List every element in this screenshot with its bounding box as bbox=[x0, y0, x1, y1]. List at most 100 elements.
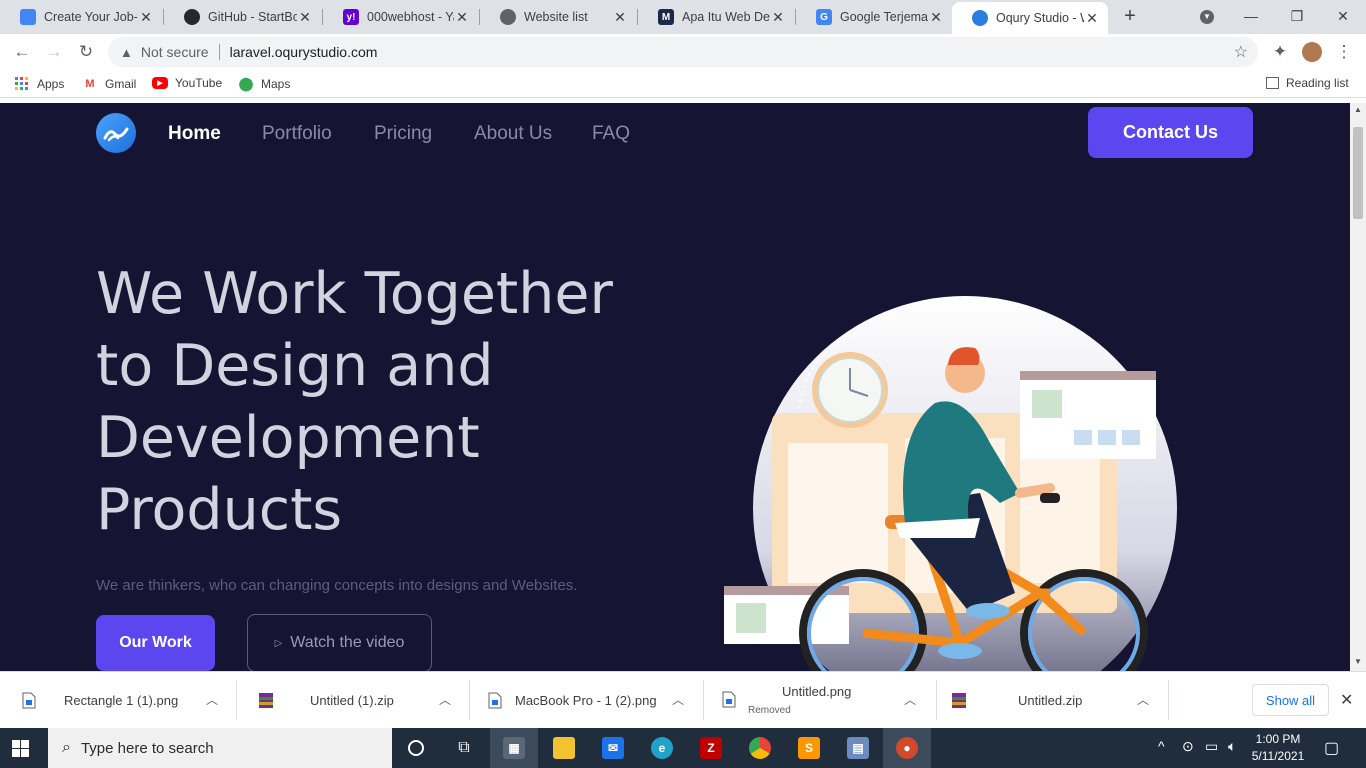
cortana-button[interactable] bbox=[392, 728, 440, 768]
tab-oqury-studio[interactable]: Oqury Studio - W ✕ bbox=[952, 2, 1108, 34]
watch-video-button[interactable]: ▷ Watch the video bbox=[247, 614, 432, 671]
close-window-button[interactable]: ✕ bbox=[1320, 0, 1366, 34]
tray-battery-icon[interactable]: ▭ bbox=[1205, 738, 1218, 755]
nav-pricing[interactable]: Pricing bbox=[374, 123, 432, 145]
network-app[interactable]: ▤ bbox=[834, 728, 882, 768]
restore-button[interactable]: ❐ bbox=[1274, 0, 1320, 34]
hero-title: We Work Together to Design and Developme… bbox=[96, 261, 613, 543]
contact-us-button[interactable]: Contact Us bbox=[1088, 107, 1253, 158]
chrome-app[interactable] bbox=[736, 728, 784, 768]
close-icon[interactable]: ✕ bbox=[454, 9, 470, 26]
chevron-up-icon[interactable]: ︿ bbox=[904, 691, 916, 708]
search-icon: ⌕ bbox=[62, 739, 71, 756]
tab-title: Create Your Job-w bbox=[44, 10, 138, 24]
tab-github[interactable]: GitHub - StartBoo ✕ bbox=[164, 0, 321, 34]
bookmark-label: Apps bbox=[37, 77, 65, 91]
close-icon[interactable]: ✕ bbox=[928, 9, 944, 26]
close-icon[interactable]: ✕ bbox=[1084, 10, 1100, 27]
google-translate-icon: G bbox=[816, 9, 832, 25]
download-item[interactable]: Untitled (1).zip ︿ bbox=[237, 672, 469, 729]
paint-app[interactable]: ● bbox=[883, 728, 931, 768]
forward-icon[interactable]: → bbox=[44, 42, 64, 62]
reload-icon[interactable]: ↻ bbox=[76, 42, 96, 62]
menu-kebab-icon[interactable]: ⋮ bbox=[1334, 42, 1354, 62]
tab-000webhost[interactable]: y! 000webhost - Yah ✕ bbox=[323, 0, 478, 34]
store-icon: ▦ bbox=[503, 737, 525, 759]
edge-icon: e bbox=[651, 737, 673, 759]
close-icon[interactable]: ✕ bbox=[612, 9, 628, 26]
scroll-up-icon[interactable]: ▲ bbox=[1350, 105, 1366, 114]
avatar[interactable] bbox=[1302, 42, 1322, 62]
edge-app[interactable]: e bbox=[638, 728, 686, 768]
play-icon: ▷ bbox=[274, 637, 283, 649]
our-work-button[interactable]: Our Work bbox=[96, 615, 215, 671]
bookmark-youtube[interactable]: ▶ YouTube bbox=[152, 76, 222, 90]
tray-volume-icon[interactable]: 🔈︎ bbox=[1228, 738, 1236, 755]
extensions-icon[interactable]: ✦ bbox=[1270, 42, 1290, 62]
tray-meet-icon[interactable]: ⊙ bbox=[1182, 738, 1194, 755]
tab-title: Oqury Studio - W bbox=[996, 11, 1084, 25]
chevron-up-icon[interactable]: ︿ bbox=[1137, 691, 1149, 708]
docs-icon bbox=[20, 9, 36, 25]
minimize-button[interactable]: — bbox=[1228, 0, 1274, 34]
bookmark-star-icon[interactable]: ☆ bbox=[1234, 42, 1248, 62]
download-item[interactable]: Untitled.zip ︿ bbox=[937, 672, 1168, 729]
tab-apa-itu-web[interactable]: M Apa Itu Web Desi ✕ bbox=[638, 0, 794, 34]
bookmark-apps[interactable]: Apps bbox=[14, 76, 64, 92]
bookmark-gmail[interactable]: M Gmail bbox=[82, 76, 136, 92]
image-file-icon bbox=[722, 691, 736, 708]
file-explorer-app[interactable] bbox=[540, 728, 588, 768]
github-icon bbox=[184, 9, 200, 25]
chevron-up-icon[interactable]: ︿ bbox=[439, 691, 451, 708]
store-app[interactable]: ▦ bbox=[490, 728, 538, 768]
scroll-down-icon[interactable]: ▼ bbox=[1350, 657, 1366, 666]
chevron-up-icon[interactable]: ︿ bbox=[672, 691, 684, 708]
download-item[interactable]: Untitled.png Removed ︿ bbox=[704, 672, 936, 729]
windows-start-icon[interactable] bbox=[12, 740, 29, 757]
security-label[interactable]: Not secure bbox=[141, 44, 209, 60]
tab-title: Google Terjemaha bbox=[840, 10, 928, 24]
back-icon[interactable]: ← bbox=[12, 42, 32, 62]
youtube-icon: ▶ bbox=[152, 77, 168, 89]
tab-website-list[interactable]: Website list ✕ bbox=[480, 0, 636, 34]
close-icon[interactable]: ✕ bbox=[770, 9, 786, 26]
tab-search-button[interactable]: ▼ bbox=[1184, 0, 1230, 34]
nav-faq[interactable]: FAQ bbox=[592, 123, 630, 145]
bookmark-maps[interactable]: ⬤ Maps bbox=[238, 76, 291, 92]
mail-app[interactable]: ✉ bbox=[589, 728, 637, 768]
tab-title: Website list bbox=[524, 10, 588, 24]
filezilla-app[interactable]: Z bbox=[687, 728, 735, 768]
sublime-app[interactable]: S bbox=[785, 728, 833, 768]
url-text[interactable]: laravel.oqurystudio.com bbox=[230, 44, 378, 60]
reading-list-button[interactable]: Reading list bbox=[1266, 76, 1349, 90]
chevron-down-icon: ▼ bbox=[1200, 10, 1214, 25]
tab-create-job[interactable]: Create Your Job-w ✕ bbox=[0, 0, 162, 34]
task-view-button[interactable]: ⧉ bbox=[440, 728, 488, 768]
nav-about[interactable]: About Us bbox=[474, 123, 552, 145]
warning-icon[interactable]: ▲ bbox=[120, 45, 133, 60]
site-logo[interactable] bbox=[96, 113, 136, 153]
nav-home[interactable]: Home bbox=[168, 123, 221, 145]
close-icon[interactable]: ✕ bbox=[297, 9, 313, 26]
tray-chevron-up-icon[interactable]: ^ bbox=[1158, 738, 1165, 754]
download-item[interactable]: MacBook Pro - 1 (2).png ︿ bbox=[470, 672, 703, 729]
download-item[interactable]: Rectangle 1 (1).png ︿ bbox=[0, 672, 236, 729]
browser-toolbar: ← → ↻ ▲ Not secure laravel.oqurystudio.c… bbox=[0, 34, 1366, 70]
page-scrollbar[interactable]: ▲ ▼ bbox=[1350, 103, 1366, 671]
close-icon[interactable]: ✕ bbox=[138, 9, 154, 26]
nav-portfolio[interactable]: Portfolio bbox=[262, 123, 332, 145]
taskbar-search-input[interactable]: ⌕ Type here to search bbox=[48, 728, 392, 768]
scrollbar-thumb[interactable] bbox=[1353, 127, 1363, 219]
notifications-icon[interactable]: ▢ bbox=[1324, 738, 1339, 758]
close-icon[interactable]: ✕ bbox=[1340, 690, 1353, 710]
bookmark-label: YouTube bbox=[175, 76, 223, 90]
new-tab-button[interactable]: + bbox=[1119, 5, 1141, 27]
address-bar[interactable]: ▲ Not secure laravel.oqurystudio.com ☆ bbox=[108, 37, 1258, 67]
windows-taskbar: ⌕ Type here to search ⧉ ▦ ✉ e Z S ▤ ● ^ … bbox=[0, 728, 1366, 768]
tab-google-translate[interactable]: G Google Terjemaha ✕ bbox=[796, 0, 952, 34]
tab-title: GitHub - StartBoo bbox=[208, 10, 297, 24]
taskbar-clock[interactable]: 1:00 PM 5/11/2021 bbox=[1248, 731, 1308, 765]
chevron-up-icon[interactable]: ︿ bbox=[206, 691, 218, 708]
show-all-downloads-button[interactable]: Show all bbox=[1252, 684, 1329, 716]
gmail-icon: M bbox=[85, 78, 95, 90]
